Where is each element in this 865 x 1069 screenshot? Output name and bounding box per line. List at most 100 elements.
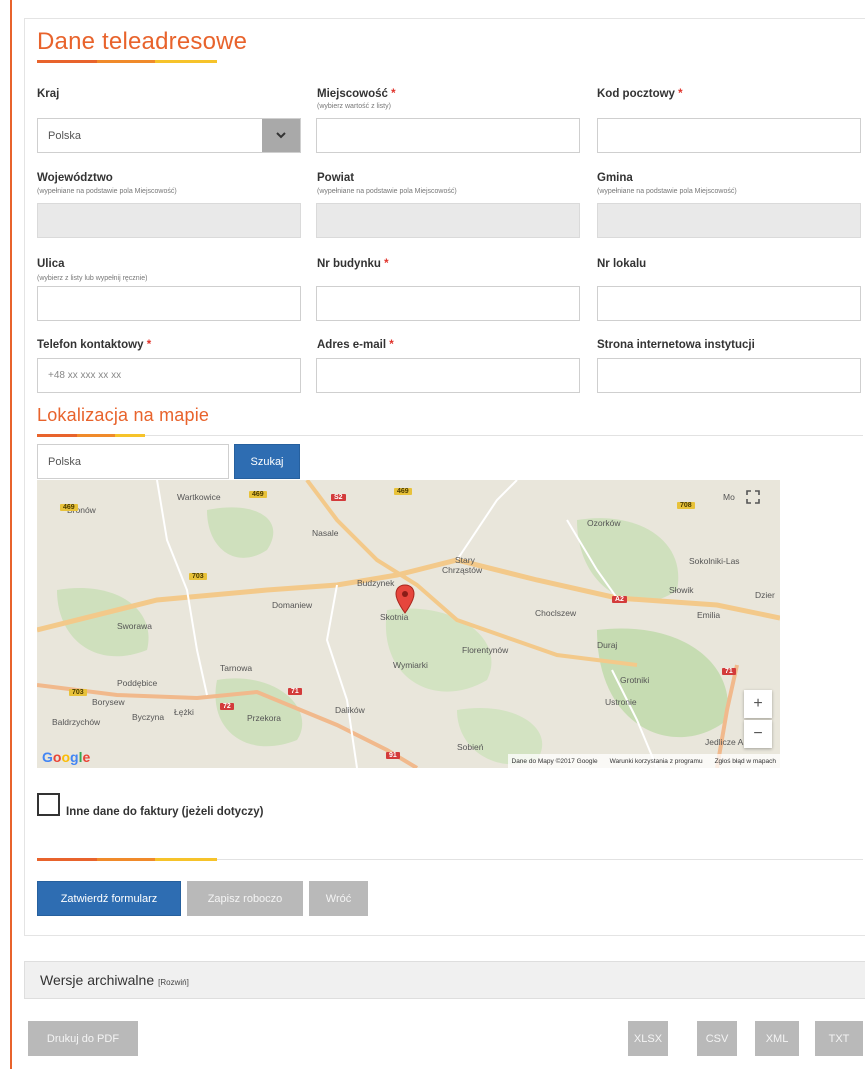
map-attribution: Dane do Mapy ©2017 Google Warunki korzys… [507, 754, 780, 768]
powiat-input [316, 203, 580, 238]
archive-toggle-link[interactable]: [Rozwiń] [158, 978, 189, 987]
wojewodztwo-hint: (wypełniane na podstawie pola Miejscowoś… [37, 188, 177, 195]
kod-label: Kod pocztowy * [597, 88, 683, 100]
map-place: Przekora [247, 713, 282, 723]
gmina-hint: (wypełniane na podstawie pola Miejscowoś… [597, 188, 737, 195]
map-place: Grotniki [620, 675, 650, 685]
map-marker-icon[interactable] [395, 584, 415, 614]
road-number: 71 [722, 668, 736, 675]
kraj-select[interactable]: Polska [37, 118, 301, 153]
nr-budynku-label: Nr budynku * [317, 258, 389, 270]
nr-lokalu-input[interactable] [597, 286, 861, 321]
road-number: 71 [288, 688, 302, 695]
road-number: 469 [394, 488, 412, 495]
road-number: S2 [331, 494, 346, 501]
zoom-out-button[interactable]: − [744, 720, 772, 748]
road-number: 72 [220, 703, 234, 710]
archive-versions-bar[interactable]: Wersje archiwalne [Rozwiń] [24, 961, 865, 999]
actions-accent [37, 858, 217, 861]
map-place: Wartkowice [177, 492, 221, 502]
back-button[interactable]: Wróć [309, 881, 368, 916]
ulica-hint: (wybierz z listy lub wypełnij ręcznie) [37, 275, 148, 282]
nr-lokalu-label: Nr lokalu [597, 258, 647, 270]
powiat-label: Powiat [317, 172, 355, 184]
road-number: A2 [612, 596, 627, 603]
export-csv-button[interactable]: CSV [697, 1021, 737, 1056]
road-number: 469 [249, 491, 267, 498]
map-place: Mo [723, 492, 735, 502]
google-logo: Google [42, 749, 91, 765]
www-label: Strona internetowa instytucji [597, 339, 755, 351]
gmina-label: Gmina [597, 172, 633, 184]
www-input[interactable] [597, 358, 861, 393]
map-title-accent [37, 434, 145, 437]
road-number: 703 [69, 689, 87, 696]
map-search-button[interactable]: Szukaj [234, 444, 300, 479]
section-title: Dane teleadresowe [37, 28, 248, 55]
map-search-input[interactable]: Polska [37, 444, 229, 479]
map-place: Dalików [335, 705, 365, 715]
print-pdf-button[interactable]: Drukuj do PDF [28, 1021, 138, 1056]
export-xlsx-button[interactable]: XLSX [628, 1021, 668, 1056]
map-place: Domaniew [272, 600, 313, 610]
map-place: Ozorków [587, 518, 621, 528]
map-place: Dzier [755, 590, 775, 600]
map-section-divider [37, 435, 863, 436]
map-place: Borysew [92, 697, 125, 707]
gmina-input [597, 203, 861, 238]
map-place: Chrząstów [442, 565, 483, 575]
kraj-label: Kraj [37, 88, 60, 100]
map-place: Choclszew [535, 608, 577, 618]
road-number: 703 [189, 573, 207, 580]
map-section-title: Lokalizacja na mapie [37, 405, 210, 425]
map-place: Sokolniki-Las [689, 556, 740, 566]
telefon-input[interactable]: +48 xx xxx xx xx [37, 358, 301, 393]
save-draft-button[interactable]: Zapisz roboczo [187, 881, 303, 916]
road-number: 708 [677, 502, 695, 509]
map-place: Baldrzychów [52, 717, 101, 727]
map-place: Łężki [174, 707, 194, 717]
map-place: Nasale [312, 528, 339, 538]
export-txt-button[interactable]: TXT [815, 1021, 863, 1056]
map-place: Byczyna [132, 712, 165, 722]
map-data-credit: Dane do Mapy ©2017 Google [511, 757, 598, 765]
map-place: Ustronie [605, 697, 637, 707]
map-report-link[interactable]: Zgłoś błąd w mapach [715, 758, 776, 765]
map-place: Jedlicze A [705, 737, 744, 747]
ulica-label: Ulica [37, 258, 65, 270]
map-place: Poddębice [117, 678, 158, 688]
nr-budynku-input[interactable] [316, 286, 580, 321]
map-terms-link[interactable]: Warunki korzystania z programu [610, 758, 703, 765]
powiat-hint: (wypełniane na podstawie pola Miejscowoś… [317, 188, 457, 195]
map-place: Sworawa [117, 621, 152, 631]
invoice-checkbox-label: Inne dane do faktury (jeżeli dotyczy) [66, 806, 264, 818]
submit-form-button[interactable]: Zatwierdź formularz [37, 881, 181, 916]
map-place: Słowik [669, 585, 694, 595]
export-xml-button[interactable]: XML [755, 1021, 799, 1056]
telefon-label: Telefon kontaktowy * [37, 339, 152, 351]
road-number: 469 [60, 504, 78, 511]
miejscowosc-hint: (wybierz wartość z listy) [317, 103, 391, 110]
map-place: Budzynek [357, 578, 395, 588]
kod-input[interactable] [597, 118, 861, 153]
wojewodztwo-label: Województwo [37, 172, 113, 184]
map-place: Sobień [457, 742, 484, 752]
miejscowosc-input[interactable] [316, 118, 580, 153]
map-view[interactable]: Wartkowice Bronów Nasale Stary Chrząstów… [37, 480, 780, 768]
ulica-input[interactable] [37, 286, 301, 321]
title-accent [37, 60, 217, 63]
map-place: Tarnowa [220, 663, 253, 673]
chevron-down-icon[interactable] [262, 119, 300, 152]
road-number: 91 [386, 752, 400, 759]
map-place: Duraj [597, 640, 618, 650]
kraj-value: Polska [48, 129, 82, 142]
email-input[interactable] [316, 358, 580, 393]
map-place: Wymiarki [393, 660, 428, 670]
miejscowosc-label: Miejscowość * [317, 88, 396, 100]
email-label: Adres e-mail * [317, 339, 394, 351]
left-accent-rule [10, 0, 12, 1069]
zoom-in-button[interactable]: + [744, 690, 772, 718]
map-place: Emilia [697, 610, 721, 620]
fullscreen-icon[interactable] [746, 490, 772, 516]
invoice-checkbox[interactable] [37, 793, 60, 816]
